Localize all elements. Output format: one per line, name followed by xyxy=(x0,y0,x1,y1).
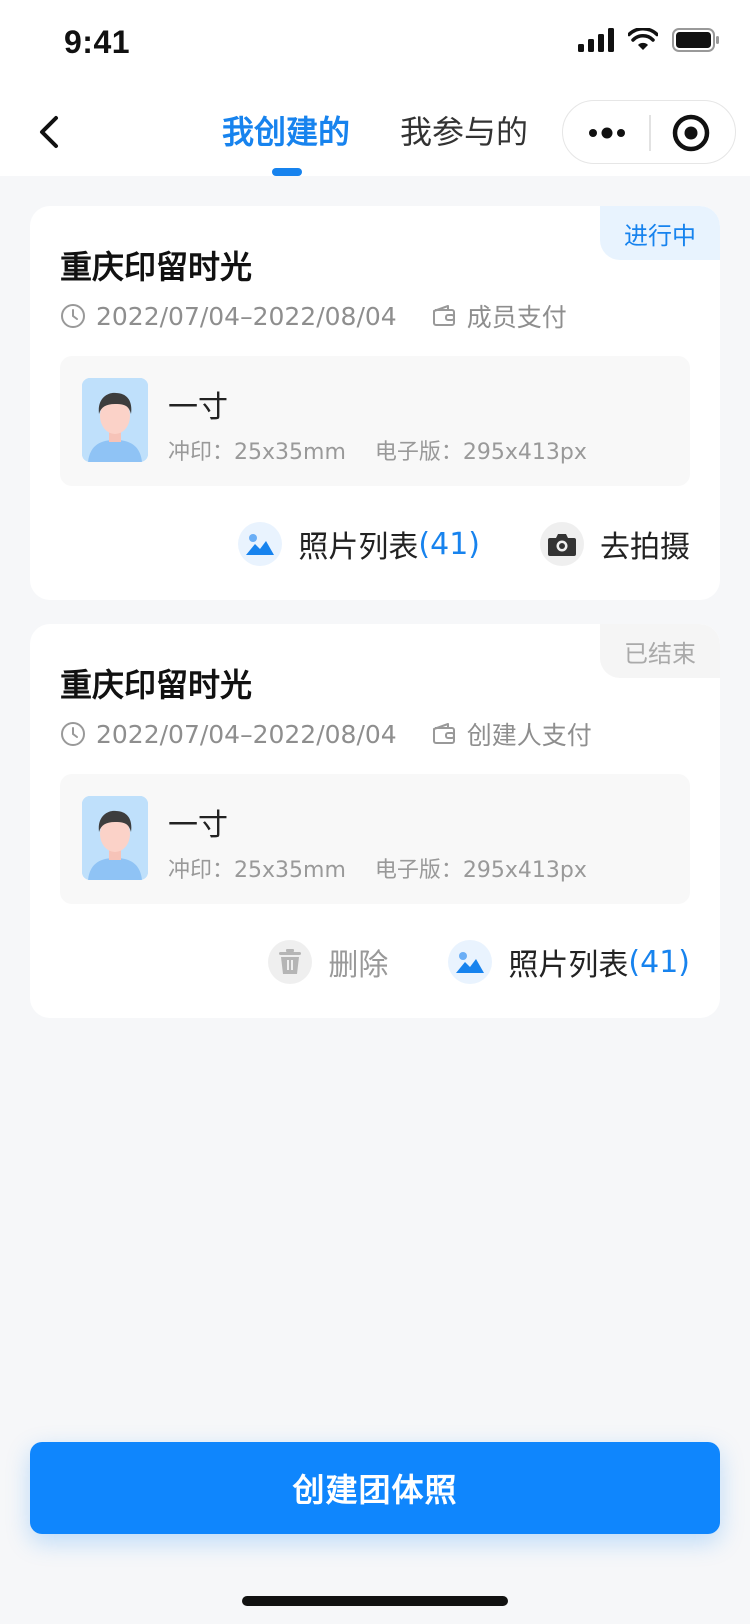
size-spec: 冲印：25x35mm 电子版：295x413px xyxy=(168,852,609,884)
photo-icon xyxy=(238,522,283,566)
capsule-divider xyxy=(649,115,651,151)
tab-my-created[interactable]: 我创建的 xyxy=(222,112,350,152)
print-size: 冲印：25x35mm xyxy=(168,858,346,883)
photo-list-label: 照片列表 xyxy=(508,948,629,983)
photo-count: (41) xyxy=(628,944,690,980)
print-size: 冲印：25x35mm xyxy=(168,440,346,465)
tab-my-joined[interactable]: 我参与的 xyxy=(400,112,528,152)
more-icon[interactable] xyxy=(587,121,627,145)
card-title: 重庆印留时光 xyxy=(60,248,253,286)
status-bar: 9:41 xyxy=(0,0,750,88)
create-group-photo-button[interactable]: 创建团体照 xyxy=(30,1442,720,1534)
avatar xyxy=(82,796,148,880)
card-meta: 2022/07/04–2022/08/04 成员支付 xyxy=(60,298,567,334)
wifi-icon xyxy=(628,28,658,50)
battery-icon xyxy=(672,28,719,52)
camera-icon xyxy=(540,522,584,566)
tab-indicator xyxy=(272,168,302,176)
photo-size-box: 一寸 冲印：25x35mm 电子版：295x413px xyxy=(60,356,690,486)
home-indicator xyxy=(242,1596,508,1606)
avatar xyxy=(82,378,148,462)
photo-count: (41) xyxy=(418,526,480,562)
delete-button[interactable]: 删除 xyxy=(268,940,388,984)
photo-size-box: 一寸 冲印：25x35mm 电子版：295x413px xyxy=(60,774,690,904)
trash-icon xyxy=(268,940,313,984)
back-arrow-icon[interactable] xyxy=(28,110,72,154)
size-spec: 冲印：25x35mm 电子版：295x413px xyxy=(168,434,609,466)
status-badge: 已结束 xyxy=(600,624,720,678)
payment-label: 创建人支付 xyxy=(466,721,592,750)
clock-icon xyxy=(61,722,85,746)
delete-label: 删除 xyxy=(328,948,389,983)
date-range: 2022/07/04–2022/08/04 xyxy=(96,301,397,331)
nav-bar: 我创建的 我参与的 xyxy=(0,88,750,176)
go-shoot-button[interactable]: 去拍摄 xyxy=(540,522,690,566)
wallet-icon xyxy=(432,723,455,744)
go-shoot-label: 去拍摄 xyxy=(600,530,690,565)
status-time: 9:41 xyxy=(64,24,131,60)
cellular-signal-icon xyxy=(578,28,614,52)
digital-size: 电子版：295x413px xyxy=(374,858,587,883)
photo-list-button[interactable]: 照片列表 (41) xyxy=(448,940,690,984)
group-photo-card[interactable]: 进行中 重庆印留时光 2022/07/04–2022/08/04 成员支付 一寸 xyxy=(30,206,720,600)
clock-icon xyxy=(61,304,85,328)
photo-list-button[interactable]: 照片列表 (41) xyxy=(238,522,480,566)
payment-info: 成员支付 xyxy=(431,298,567,334)
wallet-icon xyxy=(432,305,455,326)
photo-list-label: 照片列表 xyxy=(298,530,419,565)
card-actions: 照片列表 (41) 去拍摄 xyxy=(238,522,690,566)
size-name: 一寸 xyxy=(168,808,228,843)
group-photo-card[interactable]: 已结束 重庆印留时光 2022/07/04–2022/08/04 创建人支付 一 xyxy=(30,624,720,1018)
size-name: 一寸 xyxy=(168,390,228,425)
card-title: 重庆印留时光 xyxy=(60,666,253,704)
payment-label: 成员支付 xyxy=(466,303,567,332)
photo-icon xyxy=(448,940,493,984)
close-miniprogram-icon[interactable] xyxy=(671,113,711,153)
status-icons xyxy=(578,28,720,52)
digital-size: 电子版：295x413px xyxy=(374,440,587,465)
date-range: 2022/07/04–2022/08/04 xyxy=(96,719,397,749)
miniprogram-capsule xyxy=(562,100,736,164)
card-meta: 2022/07/04–2022/08/04 创建人支付 xyxy=(60,716,592,752)
status-badge: 进行中 xyxy=(600,206,720,260)
card-actions: 删除 照片列表 (41) xyxy=(268,940,690,984)
payment-info: 创建人支付 xyxy=(431,716,592,752)
